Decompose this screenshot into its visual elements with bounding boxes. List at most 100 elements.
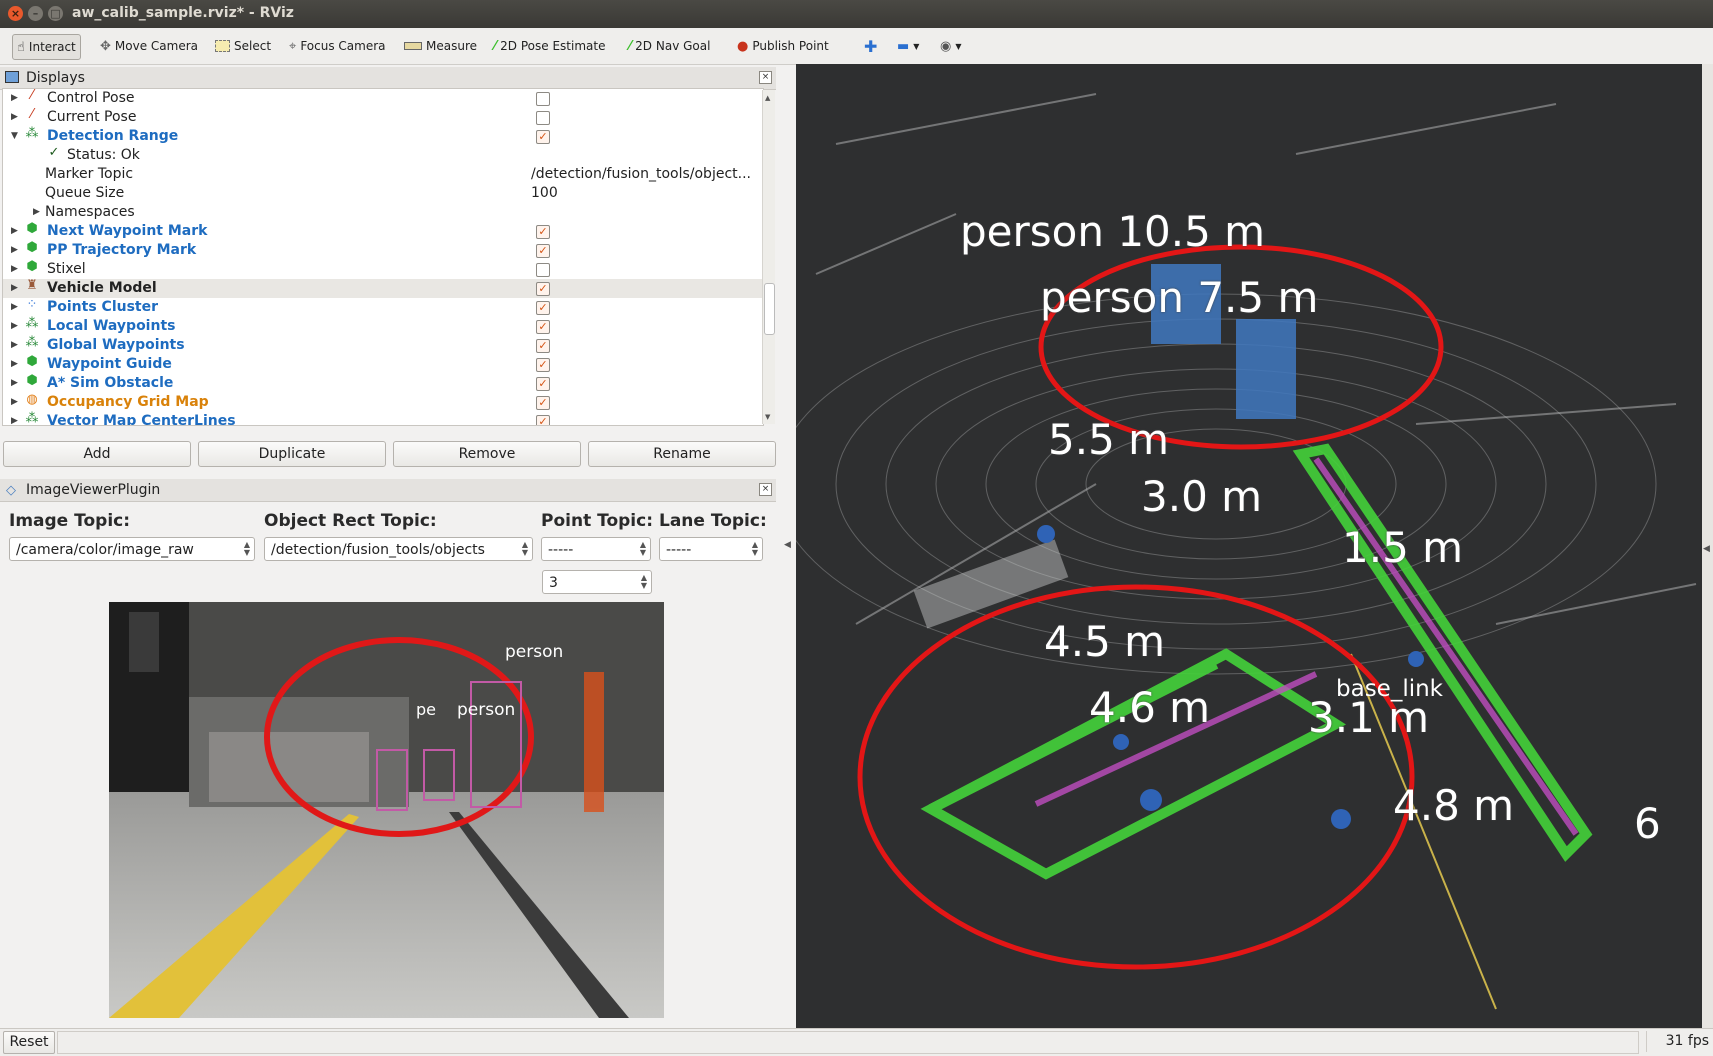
display-enable-checkbox[interactable]: ✓ — [536, 339, 550, 353]
splitter-handle-icon[interactable]: ◀ — [784, 540, 791, 550]
display-enable-checkbox[interactable]: ✓ — [536, 358, 550, 372]
distance-label: 1.5 m — [1342, 523, 1464, 572]
nav-goal-arrow-icon: ⁄ — [629, 38, 632, 54]
tool-label: Interact — [28, 40, 76, 54]
remove-display-button[interactable]: Remove — [393, 441, 581, 467]
display-enable-checkbox[interactable]: ✓ — [536, 244, 550, 258]
display-enable-checkbox[interactable] — [536, 263, 550, 277]
display-enable-checkbox[interactable]: ✓ — [536, 282, 550, 296]
point-topic-select[interactable]: ----- ▲ ▼ — [541, 537, 651, 561]
display-item-points-cluster[interactable]: ▶ ⁘ Points Cluster ✓ — [3, 298, 763, 317]
add-tool-button[interactable]: ✚ — [860, 34, 881, 58]
collapsed-arrow-icon[interactable]: ▶ — [33, 203, 40, 222]
expanded-arrow-icon[interactable]: ▼ — [11, 127, 18, 146]
window-title: aw_calib_sample.rviz* - RViz — [72, 5, 294, 21]
status-bar: Reset 31 fps — [0, 1028, 1713, 1056]
display-item-control-pose[interactable]: ▶ ⁄ Control Pose — [3, 89, 763, 108]
collapsed-arrow-icon[interactable]: ▶ — [11, 355, 18, 374]
point-topic-label: Point Topic: — [541, 511, 654, 531]
collapsed-arrow-icon[interactable]: ▶ — [11, 412, 18, 425]
display-item-local-waypoints[interactable]: ▶ ⁂ Local Waypoints ✓ — [3, 317, 763, 336]
tool-interact-button[interactable]: ☝ Interact — [12, 34, 81, 60]
display-enable-checkbox[interactable]: ✓ — [536, 320, 550, 334]
focus-camera-icon: ⌖ — [289, 38, 297, 54]
distance-label: 4.5 m — [1044, 617, 1166, 666]
collapsed-arrow-icon[interactable]: ▶ — [11, 374, 18, 393]
collapsed-arrow-icon[interactable]: ▶ — [11, 336, 18, 355]
display-item-namespaces[interactable]: ▶ Namespaces — [3, 203, 763, 222]
tool-publish-point-button[interactable]: ● Publish Point — [733, 34, 833, 58]
display-item-vector-map-centerlines[interactable]: ▶ ⁂ Vector Map CenterLines ✓ — [3, 412, 763, 425]
display-item-next-waypoint-mark[interactable]: ▶ ⬢ Next Waypoint Mark ✓ — [3, 222, 763, 241]
add-display-button[interactable]: Add — [3, 441, 191, 467]
object-rect-topic-value: /detection/fusion_tools/objects — [271, 542, 485, 558]
collapsed-arrow-icon[interactable]: ▶ — [11, 222, 18, 241]
display-enable-checkbox[interactable] — [536, 111, 550, 125]
collapsed-arrow-icon[interactable]: ▶ — [11, 241, 18, 260]
display-item-detection-range[interactable]: ▼ ⁂ Detection Range ✓ — [3, 127, 763, 146]
collapsed-arrow-icon[interactable]: ▶ — [11, 260, 18, 279]
remove-tool-button[interactable]: ▬ ▼ — [893, 34, 923, 58]
point-size-spinbox[interactable]: 3 ▲ ▼ — [542, 570, 652, 594]
image-topic-select[interactable]: /camera/color/image_raw ▲ ▼ — [9, 537, 255, 561]
window-minimize-button[interactable]: – — [28, 6, 43, 21]
property-value[interactable]: /detection/fusion_tools/object... — [531, 165, 761, 184]
display-item-queue-size[interactable]: Queue Size 100 — [3, 184, 763, 203]
view-options-button[interactable]: ◉ ▼ — [936, 34, 966, 58]
collapsed-arrow-icon[interactable]: ▶ — [11, 279, 18, 298]
minus-icon: ▬ — [897, 38, 910, 54]
right-splitter[interactable]: ◀ — [1702, 64, 1713, 1028]
display-enable-checkbox[interactable]: ✓ — [536, 415, 550, 425]
lane-topic-select[interactable]: ----- ▲ ▼ — [659, 537, 763, 561]
tool-measure-button[interactable]: Measure — [400, 34, 481, 58]
ruler-icon — [404, 42, 422, 50]
display-item-waypoint-guide[interactable]: ▶ ⬢ Waypoint Guide ✓ — [3, 355, 763, 374]
display-item-global-waypoints[interactable]: ▶ ⁂ Global Waypoints ✓ — [3, 336, 763, 355]
display-enable-checkbox[interactable]: ✓ — [536, 396, 550, 410]
display-enable-checkbox[interactable]: ✓ — [536, 301, 550, 315]
display-item-pp-trajectory-mark[interactable]: ▶ ⬢ PP Trajectory Mark ✓ — [3, 241, 763, 260]
tool-2d-nav-goal-button[interactable]: ⁄ 2D Nav Goal — [625, 34, 714, 58]
display-item-occupancy-grid-map[interactable]: ▶ ◍ Occupancy Grid Map ✓ — [3, 393, 763, 412]
tool-2d-pose-estimate-button[interactable]: ⁄ 2D Pose Estimate — [490, 34, 609, 58]
display-item-vehicle-model[interactable]: ▶ ♜ Vehicle Model ✓ — [3, 279, 763, 298]
collapsed-arrow-icon[interactable]: ▶ — [11, 89, 18, 108]
property-label: Queue Size — [45, 185, 125, 201]
rename-display-button[interactable]: Rename — [588, 441, 776, 467]
display-item-marker-topic[interactable]: Marker Topic/detection/fusion_tools/obje… — [3, 165, 763, 184]
image-viewer-close-button[interactable]: × — [759, 483, 772, 496]
collapsed-arrow-icon[interactable]: ▶ — [11, 298, 18, 317]
pose-icon: ⁄ — [30, 107, 34, 122]
distance-label: 3.1 m — [1308, 693, 1430, 742]
display-item-a-sim-obstacle[interactable]: ▶ ⬢ A* Sim Obstacle ✓ — [3, 374, 763, 393]
image-viewer-title: ImageViewerPlugin — [26, 482, 161, 498]
reset-button[interactable]: Reset — [3, 1031, 55, 1054]
tool-select-button[interactable]: Select — [211, 34, 275, 58]
tool-focus-camera-button[interactable]: ⌖ Focus Camera — [285, 34, 390, 58]
display-item-label: Vehicle Model — [47, 280, 157, 296]
cube-icon: ⬢ — [26, 240, 38, 255]
display-item-status-ok[interactable]: ✓ Status: Ok — [3, 146, 763, 165]
grid-map-icon: ◍ — [26, 392, 38, 407]
point-topic-value: ----- — [548, 542, 574, 558]
displays-close-button[interactable]: × — [759, 71, 772, 84]
display-enable-checkbox[interactable]: ✓ — [536, 130, 550, 144]
tool-move-camera-button[interactable]: ✥ Move Camera — [96, 34, 202, 58]
display-item-current-pose[interactable]: ▶ ⁄ Current Pose — [3, 108, 763, 127]
displays-scrollbar[interactable]: ▲ ▼ — [762, 90, 775, 424]
3d-render-view[interactable]: person 10.5 m person 7.5 m 5.5 m 3.0 m 1… — [796, 64, 1702, 1028]
object-rect-topic-select[interactable]: /detection/fusion_tools/objects ▲ ▼ — [264, 537, 533, 561]
window-close-button[interactable]: × — [8, 6, 23, 21]
collapsed-arrow-icon[interactable]: ▶ — [11, 108, 18, 127]
window-maximize-button[interactable]: □ — [48, 6, 63, 21]
display-item-label: Local Waypoints — [47, 318, 176, 334]
display-enable-checkbox[interactable]: ✓ — [536, 225, 550, 239]
collapsed-arrow-icon[interactable]: ▶ — [11, 317, 18, 336]
camera-image: person pe person — [109, 602, 664, 1018]
display-enable-checkbox[interactable] — [536, 92, 550, 106]
duplicate-display-button[interactable]: Duplicate — [198, 441, 386, 467]
property-value[interactable]: 100 — [531, 184, 761, 203]
collapsed-arrow-icon[interactable]: ▶ — [11, 393, 18, 412]
display-item-stixel[interactable]: ▶ ⬢ Stixel — [3, 260, 763, 279]
display-enable-checkbox[interactable]: ✓ — [536, 377, 550, 391]
